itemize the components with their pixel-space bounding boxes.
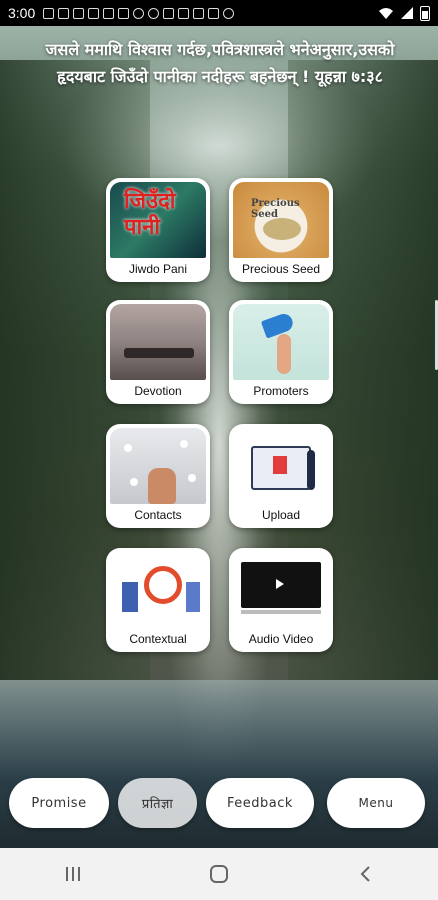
document-icon (273, 456, 287, 474)
jiwdo-pani-image-text: जिउँदो पानी (124, 188, 176, 240)
contact-node-icon (124, 444, 132, 452)
tile-label: Jiwdo Pani (128, 262, 188, 276)
tile-devotion[interactable]: Devotion (106, 300, 210, 404)
promise-button[interactable]: Promise (9, 778, 109, 828)
tile-jiwdo-pani[interactable]: जिउँदो पानी Jiwdo Pani (106, 178, 210, 282)
home-button[interactable] (189, 854, 249, 894)
youtube-icon (103, 7, 115, 19)
contact-node-icon (130, 478, 138, 486)
precious-seed-image: Precious Seed (233, 182, 329, 258)
recents-button[interactable] (43, 854, 103, 894)
tile-contextual[interactable]: Contextual (106, 548, 210, 652)
recents-icon (66, 867, 80, 881)
wifi-icon (379, 7, 393, 19)
promoters-image (233, 304, 329, 380)
youtube-icon (118, 7, 130, 19)
building-icon (186, 582, 200, 612)
menu-button[interactable]: Menu (327, 778, 425, 828)
battery-icon (420, 5, 430, 21)
devotion-image (110, 304, 206, 380)
play-icon (276, 579, 284, 589)
gmail-icon (58, 7, 70, 19)
warning-icon (178, 7, 190, 19)
notification-icons (43, 7, 235, 19)
contextual-image (110, 552, 206, 628)
tile-precious-seed[interactable]: Precious Seed Precious Seed (229, 178, 333, 282)
person-icon (307, 450, 315, 490)
contact-node-icon (180, 440, 188, 448)
feedback-button[interactable]: Feedback (206, 778, 314, 828)
more-dot-icon (223, 7, 235, 19)
sync-icon (148, 7, 160, 19)
audio-video-image (233, 552, 329, 628)
lock-icon (208, 7, 220, 19)
system-icons (378, 5, 430, 21)
precious-seed-image-text: Precious Seed (251, 198, 300, 220)
video-progress-bar (241, 610, 321, 614)
status-time: 3:00 (8, 5, 36, 21)
notification-icon (43, 7, 55, 19)
megaphone-icon (260, 311, 296, 339)
back-button[interactable] (335, 854, 395, 894)
wheat-icon (263, 218, 301, 240)
contacts-image (110, 428, 206, 504)
jiwdo-pani-image: जिउँदो पानी (110, 182, 206, 258)
tile-label: Contextual (129, 632, 187, 646)
clock-icon (144, 566, 182, 604)
tile-label: Promoters (253, 384, 309, 398)
tile-label: Contacts (134, 508, 182, 522)
contact-node-icon (188, 474, 196, 482)
tile-promoters[interactable]: Promoters (229, 300, 333, 404)
youtube-icon (88, 7, 100, 19)
tile-audio-video[interactable]: Audio Video (229, 548, 333, 652)
hand-icon (148, 468, 176, 504)
voicemail-icon (133, 7, 145, 19)
video-icon (163, 7, 175, 19)
home-icon (210, 865, 228, 883)
tile-label: Devotion (134, 384, 182, 398)
tile-label: Upload (261, 508, 301, 522)
back-icon (360, 866, 370, 882)
building-icon (122, 582, 138, 612)
bible-verse: जसले ममाथि विश्वास गर्दछ,पवित्रशास्त्रले… (45, 40, 395, 86)
warning-icon (193, 7, 205, 19)
tile-contacts[interactable]: Contacts (106, 424, 210, 528)
pratigya-button[interactable]: प्रतिज्ञा (118, 778, 197, 828)
tile-upload[interactable]: Upload (229, 424, 333, 528)
signal-icon (401, 7, 413, 19)
arm-icon (277, 334, 291, 374)
status-bar: 3:00 (0, 0, 438, 26)
tile-label: Audio Video (248, 632, 314, 646)
navigation-bar (0, 848, 438, 900)
bible-icon (124, 348, 194, 358)
upload-image (233, 428, 329, 504)
youtube-icon (73, 7, 85, 19)
tile-label: Precious Seed (241, 262, 321, 276)
